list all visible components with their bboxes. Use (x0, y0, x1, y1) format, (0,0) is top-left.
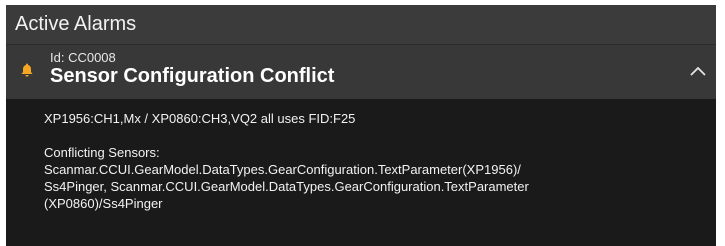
conflict-text-line: Ss4Pinger, Scanmar.CCUI.GearModel.DataTy… (44, 179, 529, 194)
alarm-details: XP1956:CH1,Mx / XP0860:CH3,VQ2 all uses … (6, 99, 716, 246)
conflict-text-line: (XP0860)/Ss4Pinger (44, 196, 163, 211)
conflict-text-line: Scanmar.CCUI.GearModel.DataTypes.GearCon… (44, 162, 521, 177)
alarm-id: Id: CC0008 (50, 50, 116, 65)
active-alarms-panel: Active Alarms Id: CC0008 Sensor Configur… (6, 5, 716, 246)
panel-title: Active Alarms (15, 13, 137, 35)
panel-header: Active Alarms (6, 5, 716, 44)
bell-icon (21, 63, 33, 77)
chevron-up-icon[interactable] (686, 59, 710, 83)
conflict-heading: Conflicting Sensors: (44, 145, 160, 160)
alarm-detail-summary: XP1956:CH1,Mx / XP0860:CH3,VQ2 all uses … (44, 111, 356, 126)
alarm-title: Sensor Configuration Conflict (50, 65, 335, 87)
alarm-item-header[interactable]: Id: CC0008 Sensor Configuration Conflict (6, 44, 716, 99)
